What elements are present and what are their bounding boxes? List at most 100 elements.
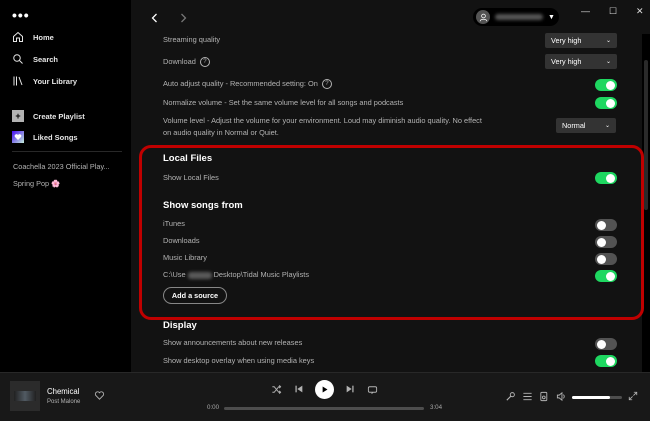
expand-icon: [628, 391, 638, 401]
username-redacted: [495, 14, 543, 20]
announcements-label: Show announcements about new releases: [163, 338, 303, 347]
display-heading: Display: [163, 320, 197, 331]
connect-device-button[interactable]: [539, 391, 550, 402]
scrollbar-thumb[interactable]: [644, 60, 648, 210]
menu-dots-icon[interactable]: •••: [12, 7, 30, 23]
create-playlist-button[interactable]: + Create Playlist: [12, 110, 85, 122]
player-bar: Chemical Post Malone 0:00 3:04: [0, 372, 650, 421]
volume-icon: [556, 391, 565, 402]
add-source-button[interactable]: Add a source: [163, 287, 227, 304]
shuffle-icon: [272, 385, 282, 394]
nav-home[interactable]: Home: [12, 31, 54, 43]
duration-time: 3:04: [430, 404, 443, 411]
plus-icon: +: [12, 110, 24, 122]
chevron-down-icon: ⌄: [604, 123, 610, 129]
avatar: [476, 10, 490, 24]
close-button[interactable]: ✕: [636, 6, 644, 17]
source-itunes-toggle[interactable]: [595, 219, 617, 231]
volume-level-label: Volume level - Adjust the volume for you…: [163, 116, 482, 137]
like-button[interactable]: [94, 390, 105, 401]
nav-library-label: Your Library: [33, 76, 78, 86]
fullscreen-button[interactable]: [628, 391, 638, 401]
progress-bar[interactable]: [224, 407, 424, 410]
next-button[interactable]: [345, 384, 355, 394]
minimize-button[interactable]: —: [581, 6, 590, 16]
auto-adjust-row: Auto adjust quality - Recommended settin…: [163, 78, 332, 90]
search-icon: [13, 54, 23, 64]
user-icon: [479, 13, 487, 21]
sidebar: ••• Home Search Your Library + Create Pl…: [0, 0, 131, 372]
liked-songs-label: Liked Songs: [33, 132, 78, 142]
shuffle-button[interactable]: [271, 384, 282, 395]
source-custom-path-toggle[interactable]: [595, 270, 617, 282]
auto-adjust-toggle[interactable]: [595, 79, 617, 91]
microphone-icon: [506, 392, 515, 401]
show-local-files-label: Show Local Files: [163, 173, 219, 182]
normalize-volume-label: Normalize volume - Set the same volume l…: [163, 98, 404, 107]
playlist-item[interactable]: Coachella 2023 Official Play...: [13, 162, 110, 171]
track-artist[interactable]: Post Malone: [47, 399, 80, 405]
caret-down-icon: ▼: [548, 13, 555, 21]
show-songs-from-heading: Show songs from: [163, 200, 243, 211]
devices-icon: [540, 391, 548, 402]
announcements-toggle[interactable]: [595, 338, 617, 350]
local-files-heading: Local Files: [163, 153, 213, 164]
info-icon[interactable]: ?: [199, 57, 210, 68]
chevron-down-icon: ⌄: [605, 38, 611, 44]
top-bar: ▼ — ☐ ✕: [131, 0, 650, 34]
nav-search-label: Search: [33, 54, 59, 64]
streaming-quality-value: Very high: [551, 36, 582, 45]
home-icon: [13, 31, 23, 42]
playlist-item[interactable]: Spring Pop 🌸: [13, 179, 60, 188]
user-menu-button[interactable]: ▼: [473, 8, 559, 26]
repeat-button[interactable]: [367, 384, 378, 395]
source-path-suffix: Desktop\Tidal Music Playlists: [213, 270, 310, 279]
play-icon: [322, 386, 328, 393]
forward-button[interactable]: [176, 11, 190, 25]
previous-button[interactable]: [294, 384, 304, 394]
create-playlist-label: Create Playlist: [33, 111, 85, 121]
nav-library[interactable]: Your Library: [12, 75, 77, 87]
auto-adjust-label: Auto adjust quality - Recommended settin…: [163, 79, 318, 88]
volume-slider[interactable]: [572, 396, 622, 399]
show-local-files-toggle[interactable]: [595, 172, 617, 184]
source-downloads-toggle[interactable]: [595, 236, 617, 248]
streaming-quality-select[interactable]: Very high ⌄: [545, 33, 617, 48]
download-quality-value: Very high: [551, 57, 582, 66]
queue-icon: [523, 392, 532, 401]
source-downloads-label: Downloads: [163, 236, 200, 245]
normalize-volume-toggle[interactable]: [595, 97, 617, 109]
source-music-library-toggle[interactable]: [595, 253, 617, 265]
play-button[interactable]: [315, 380, 334, 399]
queue-button[interactable]: [522, 391, 533, 402]
chevron-right-icon: [181, 13, 187, 23]
volume-fill: [572, 396, 610, 399]
chevron-left-icon: [151, 13, 157, 23]
download-label: Download: [163, 57, 196, 66]
back-button[interactable]: [148, 11, 162, 25]
heart-icon: [12, 131, 24, 143]
chevron-down-icon: ⌄: [605, 59, 611, 65]
skip-forward-icon: [346, 385, 354, 393]
source-music-library-label: Music Library: [163, 253, 207, 262]
download-quality-select[interactable]: Very high ⌄: [545, 54, 617, 69]
desktop-overlay-label: Show desktop overlay when using media ke…: [163, 356, 315, 365]
liked-songs-button[interactable]: Liked Songs: [12, 131, 78, 143]
redacted-username: [187, 271, 212, 279]
volume-level-select[interactable]: Normal ⌄: [556, 118, 616, 133]
library-icon: [13, 76, 23, 86]
info-icon[interactable]: ?: [321, 79, 332, 90]
source-path-prefix: C:\Use: [163, 270, 186, 279]
maximize-button[interactable]: ☐: [609, 6, 617, 17]
track-title[interactable]: Chemical: [47, 387, 80, 396]
nav-search[interactable]: Search: [12, 53, 58, 65]
volume-level-value: Normal: [562, 121, 586, 130]
desktop-overlay-toggle[interactable]: [595, 355, 617, 367]
mute-button[interactable]: [556, 391, 567, 402]
skip-back-icon: [295, 385, 303, 393]
streaming-quality-label: Streaming quality: [163, 35, 221, 44]
lyrics-button[interactable]: [505, 391, 516, 402]
elapsed-time: 0:00: [207, 404, 220, 411]
nav-home-label: Home: [33, 32, 54, 42]
album-cover[interactable]: [10, 381, 40, 411]
